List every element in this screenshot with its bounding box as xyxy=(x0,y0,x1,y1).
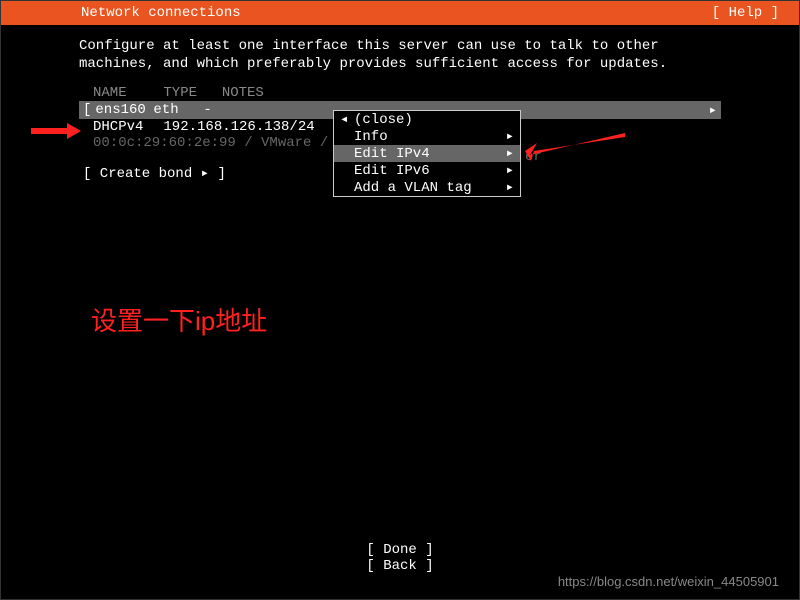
submenu-arrow-icon: ▸ xyxy=(504,128,514,145)
annotation-arrow-right-icon xyxy=(525,131,625,161)
annotation-text: 设置一下ip地址 xyxy=(91,301,267,338)
popup-info[interactable]: Info ▸ xyxy=(334,128,520,145)
popup-add-vlan-label: Add a VLAN tag xyxy=(354,180,504,196)
popup-edit-ipv6-label: Edit IPv6 xyxy=(354,163,504,179)
bracket-open: [ xyxy=(79,102,95,118)
popup-edit-ipv4[interactable]: Edit IPv4 ▸ xyxy=(334,145,520,162)
submenu-arrow-icon: ▸ xyxy=(504,145,514,162)
submenu-arrow-icon: ▸ xyxy=(504,162,514,179)
done-button[interactable]: [ Done ] xyxy=(1,542,799,558)
help-button[interactable]: [ Help ] xyxy=(712,5,779,21)
interface-popup-menu: ◂ (close) Info ▸ Edit IPv4 ▸ Edit IPv6 ▸… xyxy=(333,110,521,197)
header-type: TYPE xyxy=(163,85,213,101)
interface-name: ens160 xyxy=(95,102,153,118)
popup-info-label: Info xyxy=(354,129,504,145)
table-headers: NAME TYPE NOTES xyxy=(79,85,721,101)
expand-arrow-icon: ▸ xyxy=(709,102,717,119)
popup-edit-ipv6[interactable]: Edit IPv6 ▸ xyxy=(334,162,520,179)
interface-type: eth xyxy=(153,102,203,118)
back-arrow-icon: ◂ xyxy=(340,111,354,128)
popup-close-label: (close) xyxy=(354,112,504,128)
popup-close[interactable]: ◂ (close) xyxy=(334,111,520,128)
instructions-text: Configure at least one interface this se… xyxy=(1,25,799,81)
back-button[interactable]: [ Back ] xyxy=(1,558,799,574)
popup-add-vlan[interactable]: Add a VLAN tag ▸ xyxy=(334,179,520,196)
header-name: NAME xyxy=(93,85,155,101)
annotation-arrow-left-icon xyxy=(31,123,81,139)
dhcp-value: 192.168.126.138/24 xyxy=(163,119,314,135)
watermark: https://blog.csdn.net/weixin_44505901 xyxy=(558,574,779,589)
header-notes: NOTES xyxy=(222,85,264,101)
header-bar: Network connections [ Help ] xyxy=(1,1,799,25)
dhcp-label: DHCPv4 xyxy=(93,119,155,135)
popup-edit-ipv4-label: Edit IPv4 xyxy=(354,146,504,162)
page-title: Network connections xyxy=(81,5,241,21)
footer: [ Done ] [ Back ] xyxy=(1,542,799,574)
submenu-arrow-icon: ▸ xyxy=(504,179,514,196)
